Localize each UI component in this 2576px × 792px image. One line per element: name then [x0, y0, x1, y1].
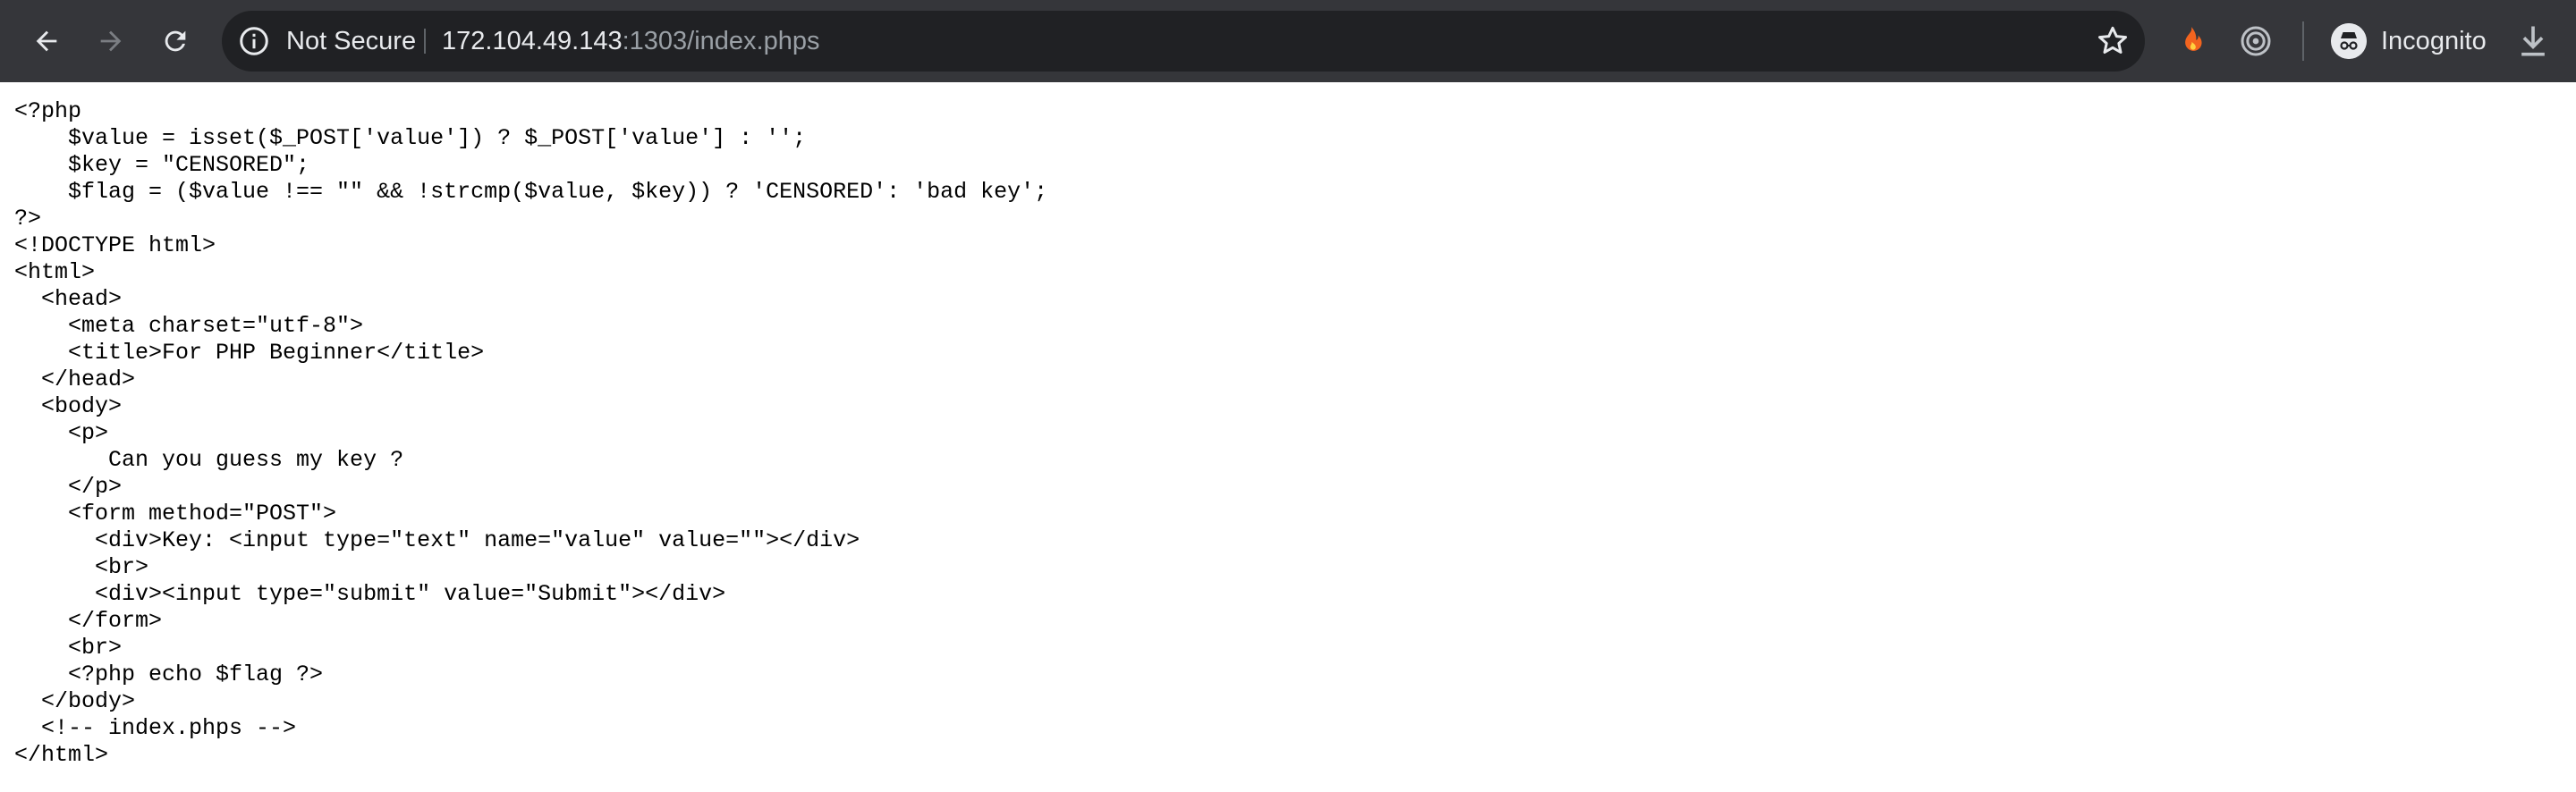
page-content: <?php $value = isset($_POST['value']) ? …	[0, 82, 2576, 769]
source-line: </html>	[14, 742, 109, 768]
download-icon[interactable]	[2513, 21, 2553, 61]
source-line: <?php	[14, 98, 82, 124]
source-line: </body>	[14, 688, 136, 714]
source-line: </p>	[14, 474, 123, 500]
forward-button[interactable]	[89, 20, 132, 63]
reload-button[interactable]	[154, 20, 197, 63]
source-line: <!DOCTYPE html>	[14, 232, 216, 258]
source-line: <div>Key: <input type="text" name="value…	[14, 527, 860, 553]
source-line: Can you guess my key ?	[14, 447, 404, 473]
star-icon[interactable]	[2095, 23, 2131, 59]
source-line: <html>	[14, 259, 96, 285]
source-line: <body>	[14, 393, 123, 419]
reload-icon	[165, 30, 186, 52]
source-line: </head>	[14, 367, 136, 392]
source-line: $value = isset($_POST['value']) ? $_POST…	[14, 125, 807, 151]
source-line: <!-- index.phps -->	[14, 715, 297, 741]
back-button[interactable]	[25, 20, 68, 63]
fire-icon[interactable]	[2174, 23, 2209, 59]
url-text[interactable]: 172.104.49.143:1303/index.phps	[442, 11, 820, 72]
address-bar[interactable]: Not Secure 172.104.49.143:1303/index.php…	[222, 11, 2145, 72]
toolbar-divider	[2302, 21, 2304, 61]
source-line: <br>	[14, 635, 123, 661]
omnibox-divider	[424, 29, 426, 54]
url-host: 172.104.49.143	[442, 27, 623, 55]
source-line: $key = "CENSORED";	[14, 152, 310, 178]
back-arrow-icon	[36, 30, 57, 52]
security-label[interactable]: Not Secure	[286, 11, 416, 72]
url-path: :1303/index.phps	[622, 27, 820, 55]
browser-toolbar: Not Secure 172.104.49.143:1303/index.php…	[0, 0, 2576, 82]
source-line: ?>	[14, 206, 42, 232]
forward-arrow-icon	[100, 30, 122, 52]
source-line: </form>	[14, 608, 163, 634]
php-source-listing: <?php $value = isset($_POST['value']) ? …	[14, 98, 2562, 769]
source-line: <title>For PHP Beginner</title>	[14, 340, 485, 366]
source-line: <form method="POST">	[14, 501, 337, 527]
source-line: <?php echo $flag ?>	[14, 661, 324, 687]
incognito-label[interactable]: Incognito	[2381, 0, 2487, 82]
source-line: <p>	[14, 420, 109, 446]
info-icon[interactable]	[238, 25, 270, 57]
source-line: <head>	[14, 286, 123, 312]
source-line: $flag = ($value !== "" && !strcmp($value…	[14, 179, 1048, 205]
target-icon[interactable]	[2238, 23, 2274, 59]
incognito-icon[interactable]	[2331, 23, 2367, 59]
source-line: <br>	[14, 554, 149, 580]
source-line: <meta charset="utf-8">	[14, 313, 364, 339]
source-line: <div><input type="submit" value="Submit"…	[14, 581, 726, 607]
